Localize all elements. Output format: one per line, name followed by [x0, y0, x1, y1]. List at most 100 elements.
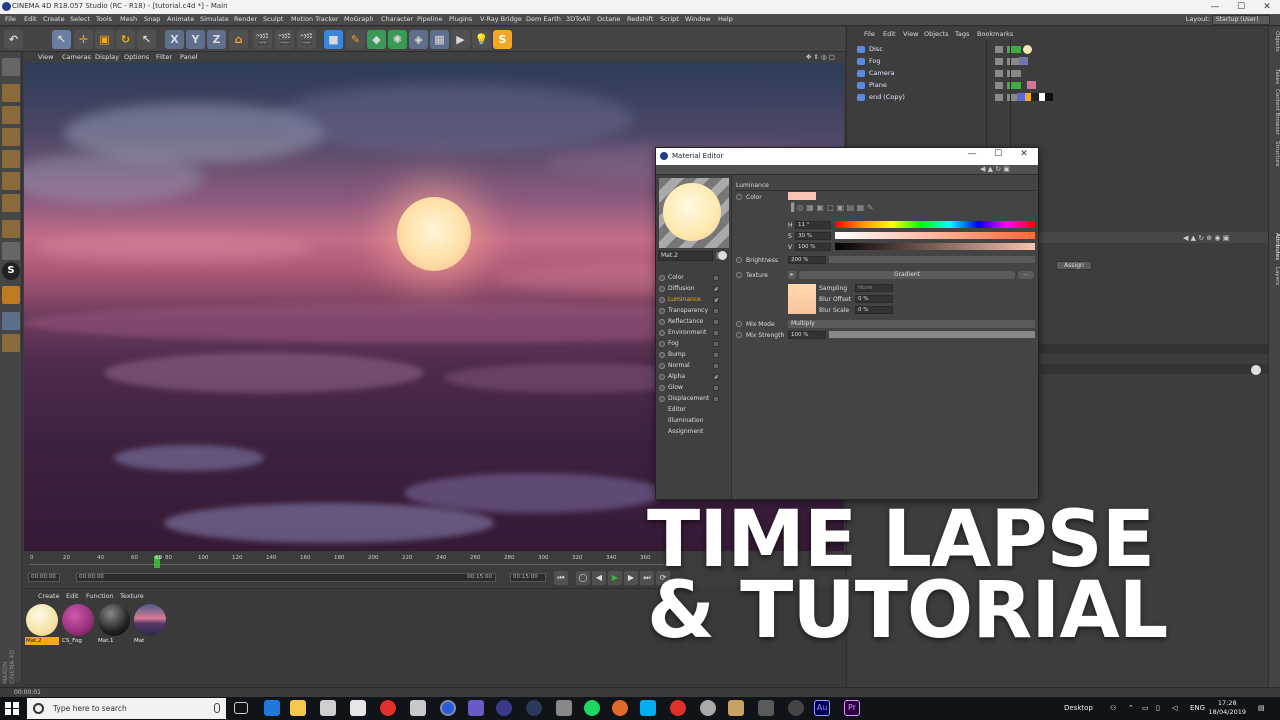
tray-expand-icon[interactable]: ⌃ — [1128, 704, 1134, 712]
channel-reflectance[interactable]: Reflectance — [659, 317, 729, 327]
texture-mode-icon[interactable] — [2, 106, 20, 124]
objmgr-menu-edit[interactable]: Edit — [883, 30, 896, 38]
menu-octane[interactable]: Octane — [597, 15, 620, 23]
objmgr-menu-objects[interactable]: Objects — [924, 30, 949, 38]
render-picture-viewer-icon[interactable]: 🎬 — [275, 30, 294, 49]
cinema4d-taskbar-icon[interactable] — [440, 700, 456, 716]
object-tags[interactable] — [1017, 57, 1077, 66]
spline-pen-icon[interactable]: ✎ — [346, 30, 365, 49]
texture-browse-button[interactable]: ... — [1018, 271, 1034, 279]
taskbar-clock[interactable]: 17:28 18/04/2019 — [1209, 699, 1246, 717]
texture-button[interactable]: Gradient — [799, 271, 1015, 279]
cube-primitive-icon[interactable]: ■ — [324, 30, 343, 49]
mail-icon[interactable] — [350, 700, 366, 716]
task-view-icon[interactable] — [234, 702, 248, 714]
menu-create[interactable]: Create — [43, 15, 65, 23]
channel-checkbox[interactable] — [713, 330, 719, 336]
chrome-icon[interactable] — [670, 700, 686, 716]
scale-icon[interactable]: ▣ — [95, 30, 114, 49]
value-slider[interactable] — [835, 243, 1035, 250]
file-explorer-icon[interactable] — [290, 700, 306, 716]
menu-help[interactable]: Help — [718, 15, 733, 23]
objmgr-menu-view[interactable]: View — [903, 30, 918, 38]
material-editor-minimize-button[interactable]: — — [962, 149, 982, 159]
app-icon[interactable] — [728, 700, 744, 716]
color-keyframe-dot[interactable] — [736, 194, 742, 200]
battery-icon[interactable]: ▯ — [1156, 704, 1160, 712]
object-row[interactable]: Disc — [853, 44, 1263, 55]
deformer-icon[interactable]: ◈ — [409, 30, 428, 49]
minimize-button[interactable]: — — [1202, 0, 1228, 14]
edges-mode-icon[interactable] — [2, 172, 20, 190]
mix-mode-keyframe-dot[interactable] — [736, 321, 742, 327]
objmgr-menu-tags[interactable]: Tags — [955, 30, 969, 38]
menu-plugins[interactable]: Plugins — [449, 15, 472, 23]
app-icon[interactable] — [410, 700, 426, 716]
model-mode-icon[interactable] — [2, 84, 20, 102]
color-swatch[interactable] — [788, 192, 816, 200]
saturation-field[interactable]: 30 % — [795, 232, 831, 240]
mix-mode-select[interactable]: Multiply — [788, 320, 1035, 328]
object-row[interactable]: end (Copy) — [853, 92, 1263, 103]
material-preview[interactable] — [659, 178, 729, 248]
axis-mode-icon[interactable] — [2, 220, 20, 238]
menu-redshift[interactable]: Redshift — [627, 15, 653, 23]
app-icon[interactable] — [468, 700, 484, 716]
tweak-mode-icon[interactable] — [2, 242, 20, 260]
matmgr-menu-texture[interactable]: Texture — [120, 592, 144, 600]
channel-checkbox[interactable] — [713, 319, 719, 325]
objmgr-menu-bookmarks[interactable]: Bookmarks — [977, 30, 1013, 38]
material-thumbnail[interactable]: Mat — [133, 604, 167, 648]
viewport-menu-view[interactable]: View — [38, 53, 53, 61]
language-indicator[interactable]: ENG — [1190, 704, 1205, 712]
channel-editor[interactable]: Editor — [659, 405, 729, 415]
subdivision-surface-icon[interactable]: ◆ — [367, 30, 386, 49]
cloner-icon[interactable]: ✺ — [388, 30, 407, 49]
premiere-pro-icon[interactable]: Pr — [844, 700, 860, 716]
z-axis-lock-button[interactable]: Z — [207, 30, 226, 49]
network-icon[interactable]: ▭ — [1142, 704, 1149, 712]
move-icon[interactable]: ✛ — [74, 30, 93, 49]
channel-checkbox[interactable] — [713, 385, 719, 391]
menu-edit[interactable]: Edit — [24, 15, 37, 23]
windows-start-icon[interactable] — [4, 701, 20, 716]
script-plugin-icon[interactable]: S — [493, 30, 512, 49]
material-editor-nav-icons[interactable]: ◀ ▲ ↻ ▣ — [980, 165, 1010, 173]
microphone-icon[interactable] — [214, 703, 220, 713]
app-icon[interactable] — [700, 700, 716, 716]
steam-icon[interactable] — [526, 700, 542, 716]
maximize-button[interactable]: ☐ — [1228, 0, 1254, 14]
viewport-menu-cameras[interactable]: Cameras — [62, 53, 91, 61]
workplane-mode-icon[interactable] — [2, 128, 20, 146]
grid-icon[interactable] — [2, 312, 20, 330]
menu-mograph[interactable]: MoGraph — [344, 15, 374, 23]
channel-alpha[interactable]: Alpha ✓ — [659, 372, 729, 382]
timeline-start-field[interactable]: 00:00:00 — [28, 573, 60, 582]
visibility-controls[interactable] — [995, 70, 1021, 77]
color-picker-mode-icons[interactable]: ▐ ◎ ▦ ▣ ▢ ▣ ▤ ▦ ✎ — [788, 203, 968, 213]
viewport-menu-options[interactable]: Options — [124, 53, 149, 61]
channel-environment[interactable]: Environment — [659, 328, 729, 338]
menu-3dtoall[interactable]: 3DToAll — [566, 15, 590, 23]
value-field[interactable]: 100 % — [795, 243, 831, 251]
channel-transparency[interactable]: Transparency — [659, 306, 729, 316]
mix-strength-keyframe-dot[interactable] — [736, 332, 742, 338]
menu-sculpt[interactable]: Sculpt — [263, 15, 283, 23]
hue-field[interactable]: 11 ° — [795, 221, 831, 229]
mix-strength-field[interactable]: 100 % — [788, 331, 826, 339]
app-icon[interactable] — [556, 700, 572, 716]
record-icon[interactable]: ◯ — [576, 571, 590, 585]
channel-checkbox[interactable] — [713, 308, 719, 314]
desktop-toolbar-label[interactable]: Desktop — [1064, 704, 1093, 712]
menu-script[interactable]: Script — [660, 15, 679, 23]
mix-strength-slider[interactable] — [829, 331, 1035, 338]
channel-normal[interactable]: Normal — [659, 361, 729, 371]
spotify-icon[interactable] — [584, 700, 600, 716]
channel-glow[interactable]: Glow — [659, 383, 729, 393]
next-frame-icon[interactable]: ▶ — [624, 571, 638, 585]
prev-frame-icon[interactable]: ◀ — [592, 571, 606, 585]
channel-checkbox[interactable]: ✓ — [713, 286, 719, 293]
texture-menu-arrow-icon[interactable]: ▸ — [788, 271, 796, 279]
audition-icon[interactable]: Au — [814, 700, 830, 716]
brightness-keyframe-dot[interactable] — [736, 257, 742, 263]
